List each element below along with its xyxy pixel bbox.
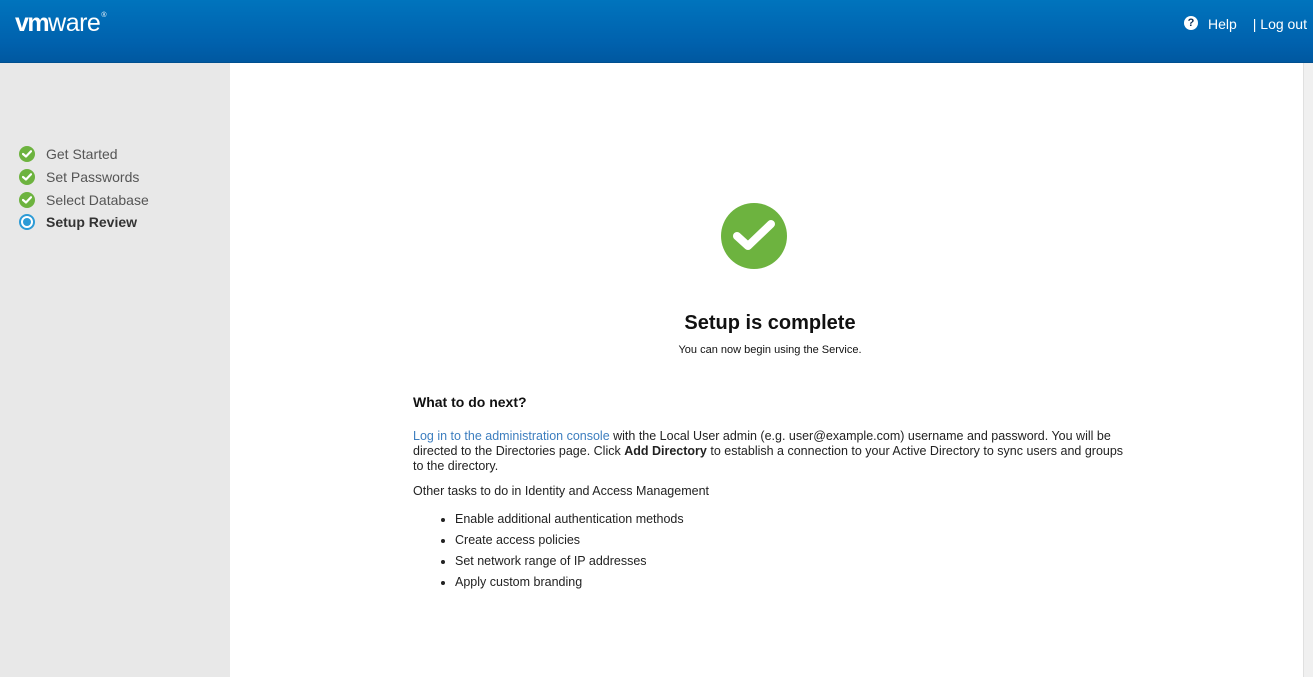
step-set-passwords: Set Passwords: [19, 166, 149, 189]
step-select-database: Select Database: [19, 188, 149, 211]
check-circle-icon: [19, 191, 35, 208]
top-header: vmware® ? Help | Log out: [0, 0, 1313, 63]
main-content: Setup is complete You can now begin usin…: [230, 63, 1303, 677]
help-link[interactable]: Help: [1208, 16, 1237, 32]
instructions-paragraph: Log in to the administration console wit…: [413, 429, 1133, 474]
page-subtitle: You can now begin using the Service.: [678, 344, 862, 356]
check-circle-icon: [19, 146, 35, 163]
step-setup-review: Setup Review: [19, 211, 149, 234]
setup-steps: Get Started Set Passwords Select Databas…: [19, 143, 149, 234]
step-label: Get Started: [46, 146, 118, 163]
check-circle-icon: [19, 169, 35, 186]
checkmark-icon: [721, 203, 787, 269]
help-icon[interactable]: ?: [1183, 16, 1198, 30]
step-label: Set Passwords: [46, 169, 140, 186]
next-steps-section: What to do next? Log in to the administr…: [413, 395, 1133, 596]
logo-registered: ®: [101, 12, 106, 19]
logout-link[interactable]: | Log out: [1253, 16, 1307, 32]
list-item: Enable additional authentication methods: [455, 512, 1133, 533]
list-item: Apply custom branding: [455, 575, 1133, 596]
vertical-scrollbar[interactable]: [1303, 63, 1313, 677]
setup-sidebar: Get Started Set Passwords Select Databas…: [0, 63, 230, 677]
tasks-list: Enable additional authentication methods…: [455, 512, 1133, 596]
logo-ware: ware: [48, 9, 101, 37]
radio-current-icon: [19, 214, 35, 231]
add-directory-text: Add Directory: [624, 444, 707, 458]
header-links: ? Help | Log out: [1183, 16, 1307, 32]
logo-vm: vm: [15, 9, 50, 37]
vmware-logo: vmware®: [15, 9, 106, 38]
admin-console-link[interactable]: Log in to the administration console: [413, 429, 610, 443]
page-title: Setup is complete: [684, 312, 856, 334]
step-label: Setup Review: [46, 214, 138, 231]
step-label: Select Database: [46, 191, 149, 208]
list-item: Set network range of IP addresses: [455, 554, 1133, 575]
next-steps-heading: What to do next?: [413, 394, 527, 410]
other-tasks-label: Other tasks to do in Identity and Access…: [413, 484, 709, 498]
step-get-started: Get Started: [19, 143, 149, 166]
list-item: Create access policies: [455, 533, 1133, 554]
